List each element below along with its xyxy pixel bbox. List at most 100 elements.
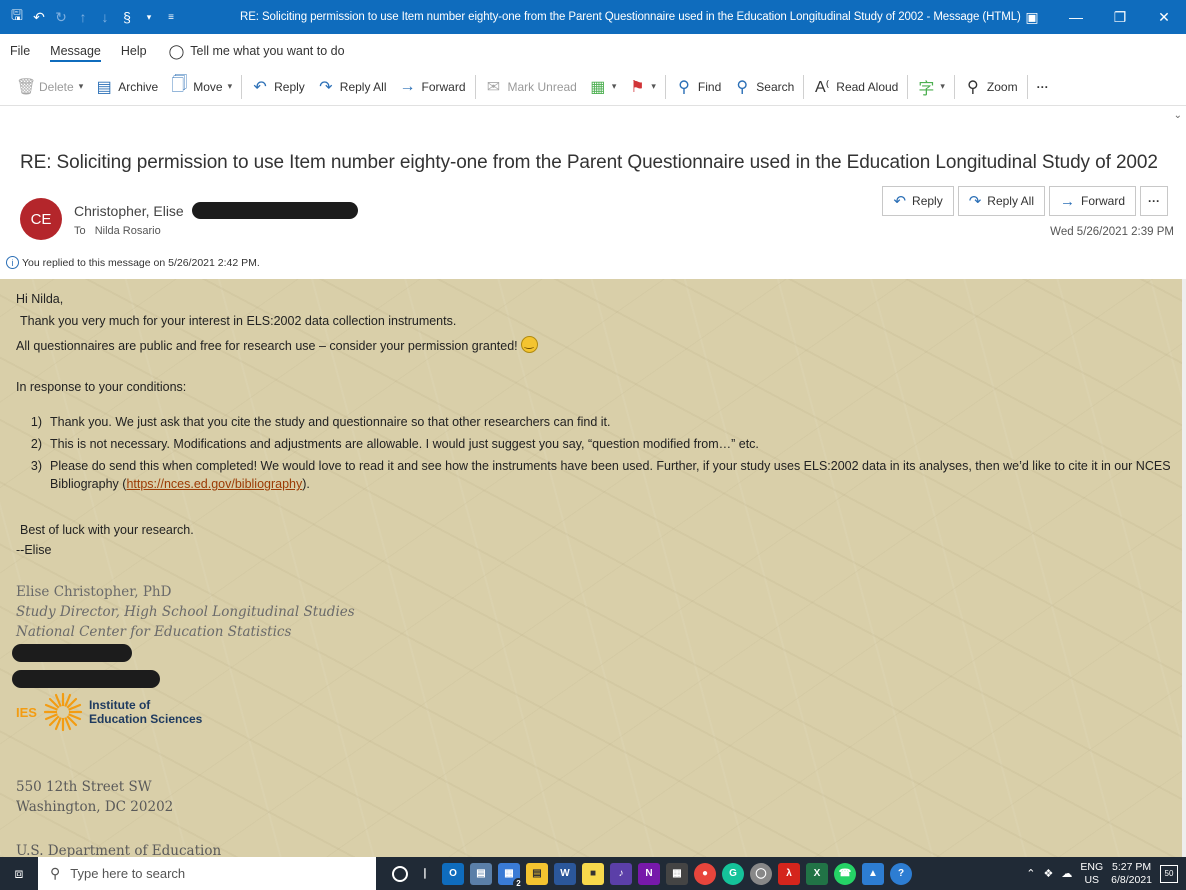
delete-button[interactable]: 🗑 Delete ▾ xyxy=(10,72,89,102)
customize-icon[interactable]: ≡ xyxy=(160,0,182,34)
language-indicator[interactable]: ENG US xyxy=(1080,861,1103,887)
replied-notice[interactable]: i You replied to this message on 5/26/20… xyxy=(6,256,260,269)
ribbon-expand-icon[interactable]: ⌄ xyxy=(1174,110,1182,121)
reply-all-icon: ↷ xyxy=(968,193,982,210)
taskbar-search[interactable]: ⚲ Type here to search xyxy=(38,857,376,890)
reply-all-icon: ↷ xyxy=(319,78,333,96)
search-icon: ⚲ xyxy=(50,865,61,881)
notification-icon[interactable]: 50 xyxy=(1160,864,1178,883)
signature-org: National Center for Education Statistics xyxy=(16,624,292,640)
ies-name-line2: Education Sciences xyxy=(88,712,203,726)
onedrive-icon[interactable]: ☁ xyxy=(1061,867,1072,880)
chevron-down-icon[interactable]: ▾ xyxy=(138,0,160,34)
read-aloud-label: Read Aloud xyxy=(836,79,899,94)
archive-button[interactable]: ▤ Archive xyxy=(89,72,164,102)
help-icon[interactable]: ? xyxy=(890,862,912,885)
tab-message[interactable]: Message xyxy=(40,34,111,68)
reply-button[interactable]: ↶ Reply xyxy=(245,72,311,102)
amazon-music-icon[interactable]: ♪ xyxy=(610,862,632,885)
search-label: Search xyxy=(756,79,795,94)
header-reply-all-button[interactable]: ↷ Reply All xyxy=(957,186,1045,216)
replied-text: You replied to this message on 5/26/2021… xyxy=(22,256,260,269)
forward-button[interactable]: → Forward xyxy=(392,72,471,102)
delete-label: Delete xyxy=(39,79,74,94)
menu-bar: File Message Help ◯ Tell me what you wan… xyxy=(0,34,1186,68)
vertical-scrollbar[interactable] xyxy=(1182,279,1186,857)
zoom-button[interactable]: ⚲ Zoom xyxy=(958,72,1024,102)
outlook-icon[interactable]: O xyxy=(442,862,464,885)
forward-label: Forward xyxy=(421,79,466,94)
archive-icon: ▤ xyxy=(96,78,112,96)
search-button[interactable]: ⚲ Search xyxy=(727,72,800,102)
recipient-name[interactable]: Nilda Rosario xyxy=(95,225,161,237)
list-text: Please do send this when completed! We w… xyxy=(50,459,1171,491)
onenote-icon[interactable]: N xyxy=(638,862,660,885)
chevron-up-icon[interactable]: ⌃ xyxy=(1026,867,1035,880)
reply-label: Reply xyxy=(912,194,943,208)
restore-button[interactable]: ❐ xyxy=(1098,0,1142,34)
cortana-icon[interactable] xyxy=(392,865,408,882)
address-line-1: 550 12th Street SW xyxy=(16,779,152,795)
mark-unread-button[interactable]: ✉ Mark Unread xyxy=(479,72,583,102)
forward-icon: → xyxy=(1059,192,1075,210)
grammarly-icon[interactable]: G xyxy=(722,862,744,885)
tag-icon[interactable]: § xyxy=(116,0,138,34)
files-icon[interactable]: ▦ 2 xyxy=(498,862,524,889)
task-view-icon[interactable]: ❘ xyxy=(414,863,436,885)
close-button[interactable]: ✕ xyxy=(1142,0,1186,34)
undo-icon[interactable]: ↶ xyxy=(28,0,50,34)
list-number: 3) xyxy=(30,459,42,473)
read-aloud-button[interactable]: A⁽ Read Aloud xyxy=(807,72,904,102)
categorize-button[interactable]: ▦ ▾ xyxy=(583,72,623,102)
divider xyxy=(241,74,243,99)
bibliography-link[interactable]: https://nces.ed.gov/bibliography xyxy=(126,477,302,491)
word-icon[interactable]: W xyxy=(554,862,576,885)
signature-name: Elise Christopher, PhD xyxy=(16,584,172,600)
sender-name[interactable]: Christopher, Elise xyxy=(74,203,184,219)
message-actions: ↶ Reply ↷ Reply All → Forward ··· xyxy=(882,186,1168,216)
app-icon[interactable]: ◯ xyxy=(750,862,772,885)
dropbox-icon[interactable]: ❖ xyxy=(1043,867,1053,880)
body-line-2-wrap: All questionnaires are public and free f… xyxy=(16,336,538,353)
tell-me-box[interactable]: ◯ Tell me what you want to do xyxy=(169,43,345,60)
header-more-button[interactable]: ··· xyxy=(1140,186,1168,216)
tab-help[interactable]: Help xyxy=(111,34,157,68)
divider xyxy=(1026,74,1028,99)
header-forward-button[interactable]: → Forward xyxy=(1048,186,1136,216)
move-label: Move xyxy=(193,79,223,94)
header-reply-button[interactable]: ↶ Reply xyxy=(882,186,954,216)
server-icon[interactable]: ▤ xyxy=(470,862,492,885)
redacted-email xyxy=(191,202,358,219)
envelope-icon: ✉ xyxy=(486,78,501,96)
calculator-icon[interactable]: ▦ xyxy=(666,862,688,885)
save-icon[interactable]: 🖫 xyxy=(6,0,28,34)
windows-start-icon[interactable]: ⧈ xyxy=(0,857,38,890)
file-explorer-icon[interactable]: ▤ xyxy=(526,862,548,885)
more-commands-button[interactable]: ··· xyxy=(1031,72,1055,102)
info-icon: i xyxy=(6,256,19,269)
message-body: Hi Nilda, Thank you very much for your i… xyxy=(0,279,1182,857)
tab-file[interactable]: File xyxy=(0,34,40,68)
whatsapp-icon[interactable]: ☎ xyxy=(834,862,856,885)
find-button[interactable]: ⚲ Find xyxy=(669,72,727,102)
closing-line: Best of luck with your research. xyxy=(20,523,194,537)
reply-all-button[interactable]: ↷ Reply All xyxy=(311,72,393,102)
flag-button[interactable]: ⚑ ▾ xyxy=(622,72,662,102)
sticky-notes-icon[interactable]: ■ xyxy=(582,862,604,885)
chrome-icon[interactable]: ● xyxy=(694,862,716,885)
ribbon-display-icon[interactable]: ▣ xyxy=(1010,0,1054,34)
excel-icon[interactable]: X xyxy=(806,862,828,885)
archive-label: Archive xyxy=(118,79,159,94)
avatar[interactable]: CE xyxy=(20,198,62,240)
recipient-line: To Nilda Rosario xyxy=(74,225,161,237)
acrobat-icon[interactable]: λ xyxy=(778,862,800,885)
clock[interactable]: 5:27 PM 6/8/2021 xyxy=(1111,861,1152,887)
minimize-button[interactable]: — xyxy=(1054,0,1098,34)
taskbar: ⧈ ⚲ Type here to search ❘ O ▤ ▦ 2 ▤ W ■ ♪… xyxy=(0,857,1186,890)
divider xyxy=(953,74,955,99)
chevron-down-icon: ▾ xyxy=(940,81,945,91)
translate-button[interactable]: 字 ▾ xyxy=(911,72,951,102)
move-button[interactable]: 🗍 Move ▾ xyxy=(164,72,238,102)
photos-icon[interactable]: ▲ xyxy=(862,862,884,885)
body-line-2: All questionnaires are public and free f… xyxy=(16,339,518,353)
